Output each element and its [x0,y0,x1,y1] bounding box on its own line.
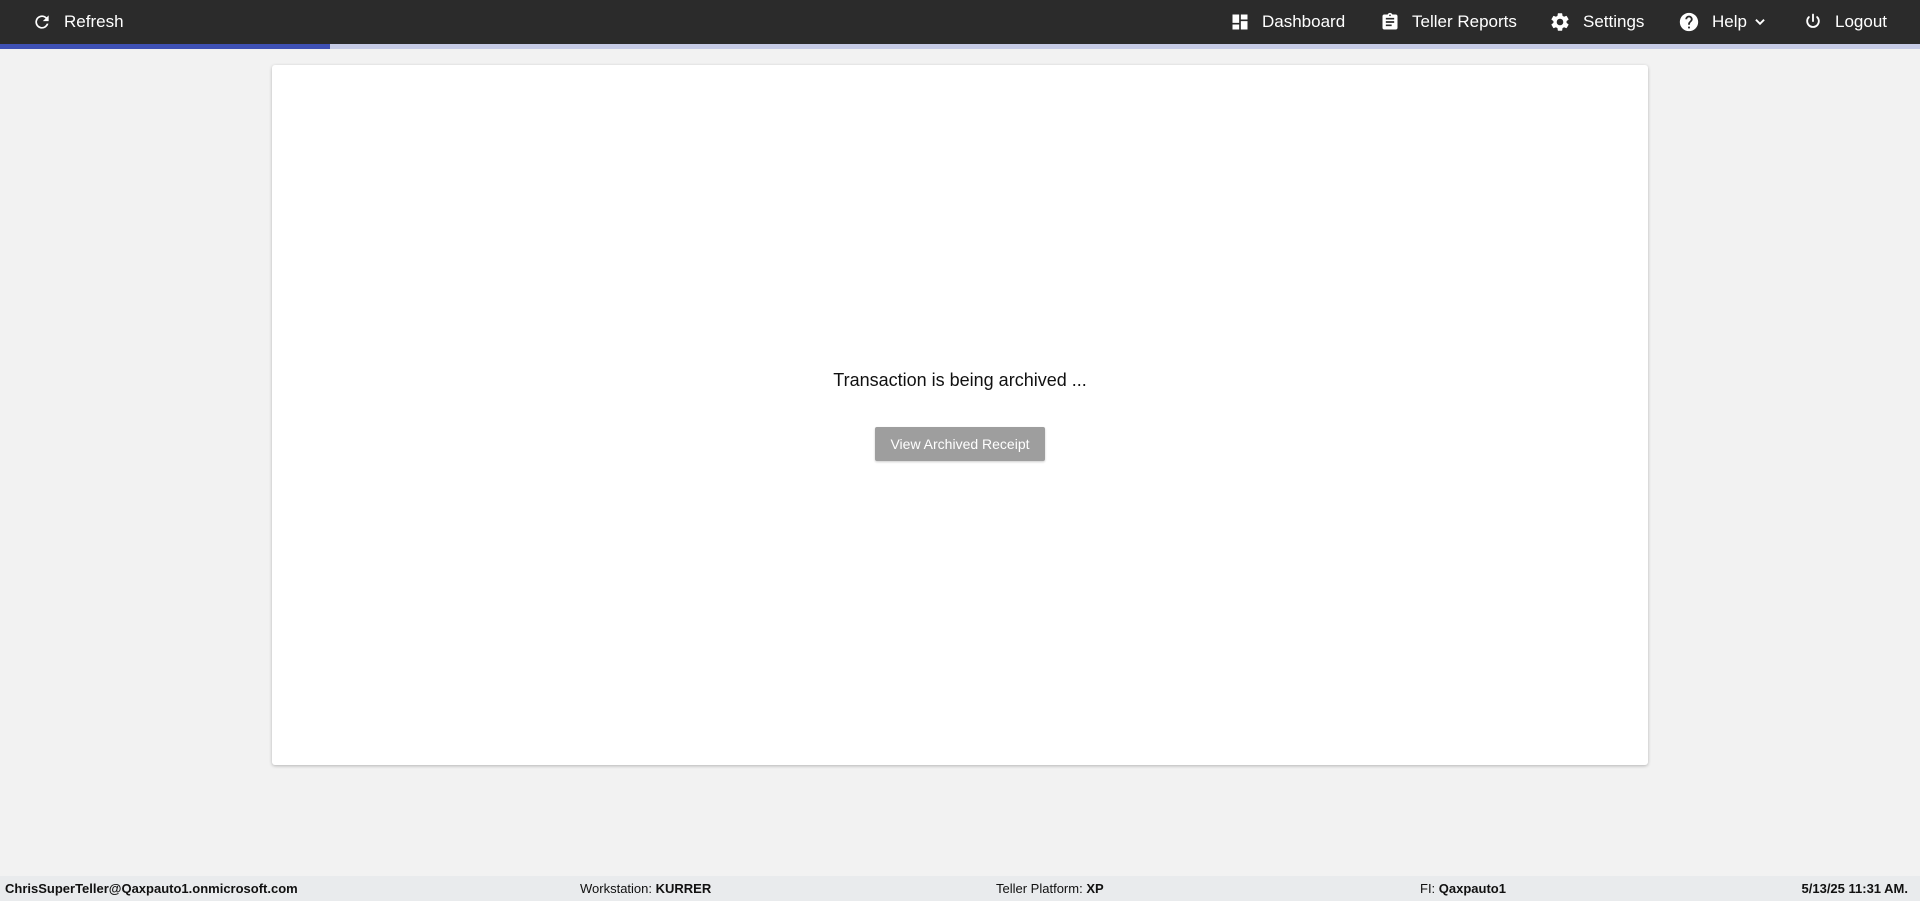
gear-icon [1551,13,1569,31]
footer-workstation-value: KURRER [655,881,712,896]
nav-settings-label: Settings [1583,12,1645,31]
footer-platform-value: XP [1086,881,1104,896]
footer-fi: FI: Qaxpauto1 [1420,876,1506,901]
nav-dashboard[interactable]: Dashboard [1230,0,1345,44]
archive-status-card: Transaction is being archived ... View A… [272,65,1648,765]
power-icon [1806,13,1820,28]
footer-workstation: Workstation: KURRER [580,876,711,901]
nav-settings[interactable]: Settings [1549,0,1644,44]
footer-datetime: 5/13/25 11:31 AM. [1801,881,1908,896]
footer-fi-value: Qaxpauto1 [1438,881,1506,896]
progress-bar-fill [0,44,331,49]
dashboard-icon [1232,14,1248,30]
refresh-label: Refresh [64,12,124,31]
archive-status-message: Transaction is being archived ... [833,370,1087,390]
view-archived-receipt-button[interactable]: View Archived Receipt [875,427,1045,461]
nav-logout[interactable]: Logout [1803,0,1887,44]
nav-help-label: Help [1712,12,1747,31]
clipboard-icon [1382,12,1398,30]
nav-teller-reports-label: Teller Reports [1412,12,1517,31]
top-navigation-bar: Refresh Dashboard Teller Reports Setting… [0,0,1920,44]
footer-platform-label: Teller Platform: [996,881,1087,896]
nav-teller-reports[interactable]: Teller Reports [1380,0,1517,44]
refresh-button[interactable]: Refresh [32,0,124,44]
nav-dashboard-label: Dashboard [1262,12,1346,31]
footer-teller-platform: Teller Platform: XP [996,876,1104,901]
nav-logout-label: Logout [1835,12,1887,31]
footer-fi-label: FI: [1420,881,1439,896]
refresh-icon [35,15,49,29]
footer-user: ChrisSuperTeller@Qaxpauto1.onmicrosoft.c… [5,881,298,896]
help-icon [1679,12,1699,32]
progress-bar [0,44,1920,49]
nav-help[interactable]: Help [1678,0,1767,44]
status-footer: ChrisSuperTeller@Qaxpauto1.onmicrosoft.c… [0,876,1920,901]
chevron-down-icon [1755,19,1765,26]
footer-workstation-label: Workstation: [580,881,656,896]
